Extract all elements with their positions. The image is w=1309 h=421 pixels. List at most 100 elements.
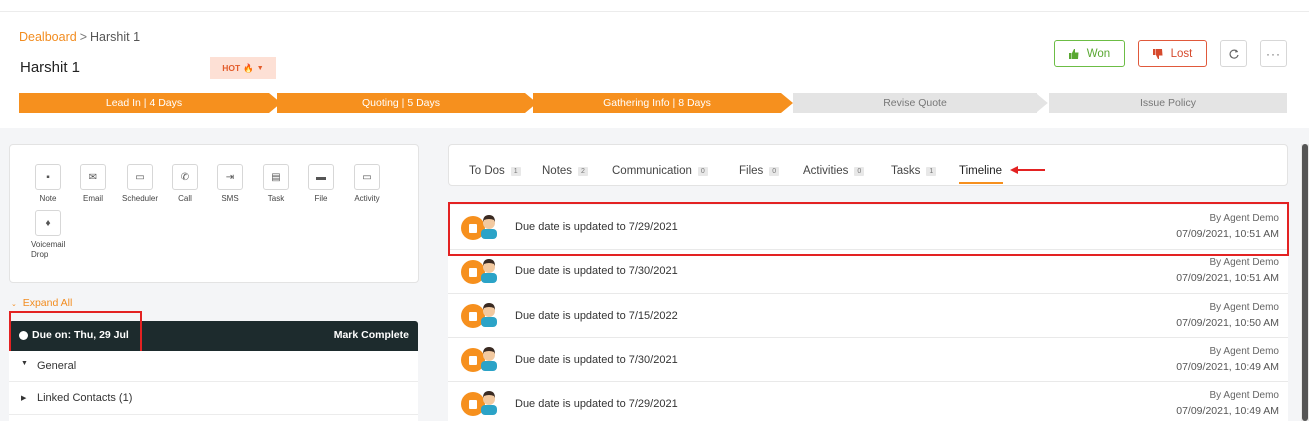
stage-issue-policy[interactable]: Issue Policy <box>1049 93 1287 113</box>
tab-files[interactable]: Files 0 <box>739 165 780 177</box>
action-sms[interactable]: ⇥ SMS <box>208 164 252 204</box>
mic-icon: ♦ <box>35 210 61 236</box>
action-label: Activity <box>354 194 380 203</box>
annotation-arrow-line <box>1015 169 1045 171</box>
ellipsis-icon: ··· <box>1266 46 1281 61</box>
action-task[interactable]: ▤ Task <box>254 164 298 204</box>
accordion-general[interactable]: ▼ General <box>9 351 418 382</box>
stage-quoting[interactable]: Quoting | 5 Days <box>277 93 525 113</box>
phone-icon: ✆ <box>172 164 198 190</box>
details-accordion: ▼ General ▶ Linked Contacts (1) <box>9 351 418 421</box>
lost-button[interactable]: Lost <box>1138 40 1207 67</box>
stage-label: Quoting | 5 Days <box>361 97 441 109</box>
action-voicemail-drop[interactable]: ♦ Voicemail Drop <box>26 210 70 260</box>
deal-title: Harshit 1 <box>20 59 81 76</box>
action-scheduler[interactable]: ▭ Scheduler <box>118 164 162 204</box>
timeline-text: Due date is updated to 7/30/2021 <box>515 265 678 277</box>
tab-count: 1 <box>926 166 937 176</box>
task-icon: ▤ <box>263 164 289 190</box>
tab-notes[interactable]: Notes 2 <box>542 165 588 177</box>
tab-label: Communication <box>612 165 692 177</box>
timeline-row: Due date is updated to 7/30/2021 By Agen… <box>448 250 1288 294</box>
timeline-text: Due date is updated to 7/29/2021 <box>515 398 678 410</box>
action-label: Email <box>82 194 103 203</box>
tab-label: Timeline <box>959 165 1003 177</box>
expand-all-toggle[interactable]: ⌄ Expand All <box>11 297 72 309</box>
timeline-row: Due date is updated to 7/29/2021 By Agen… <box>448 382 1288 421</box>
tab-label: Activities <box>803 165 849 177</box>
action-label: Call <box>178 194 192 203</box>
note-icon: ▪ <box>35 164 61 190</box>
mark-complete-button[interactable]: Mark Complete <box>334 329 409 341</box>
timeline-date: 07/09/2021, 10:50 AM <box>1176 317 1279 329</box>
timeline-date: 07/09/2021, 10:49 AM <box>1176 405 1279 417</box>
agent-avatar-icon <box>481 391 497 415</box>
accordion-linked-contacts[interactable]: ▶ Linked Contacts (1) <box>9 382 418 415</box>
more-options-button[interactable]: ··· <box>1260 40 1287 67</box>
folder-icon: ▬ <box>308 164 334 190</box>
caret-right-icon: ▶ <box>21 395 27 402</box>
breadcrumb-dealboard-link[interactable]: Dealboard <box>19 30 77 44</box>
tab-label: Files <box>739 165 764 177</box>
agent-avatar-icon <box>481 303 497 327</box>
lost-label: Lost <box>1170 47 1193 60</box>
action-label: Scheduler <box>121 194 159 203</box>
highlight-annotation-timeline <box>448 202 1289 256</box>
action-file[interactable]: ▬ File <box>299 164 343 204</box>
stage-label: Issue Policy <box>1139 97 1197 109</box>
scrollbar[interactable] <box>1301 144 1309 421</box>
pipeline-stages: Lead In | 4 Days Quoting | 5 Days Gather… <box>19 93 1287 113</box>
thumbs-down-icon <box>1152 48 1163 59</box>
action-call[interactable]: ✆ Call <box>163 164 207 204</box>
stage-lead-in[interactable]: Lead In | 4 Days <box>19 93 269 113</box>
hot-badge-dropdown[interactable]: HOT 🔥 ▼ <box>210 57 276 79</box>
action-label: SMS <box>221 194 239 203</box>
breadcrumb: Dealboard > Harshit 1 <box>19 30 140 44</box>
calendar-icon: ▭ <box>354 164 380 190</box>
calendar-icon: ▭ <box>127 164 153 190</box>
stage-gathering-info[interactable]: Gathering Info | 8 Days <box>533 93 781 113</box>
timeline-text: Due date is updated to 7/30/2021 <box>515 354 678 366</box>
tab-count: 0 <box>697 166 708 176</box>
tab-timeline[interactable]: Timeline <box>959 165 1002 177</box>
tab-bar: To Dos 1 Notes 2 Communication 0 Files 0 Act… <box>448 144 1288 186</box>
deal-header: Dealboard > Harshit 1 Harshit 1 HOT 🔥 ▼ Wo… <box>0 12 1309 128</box>
timeline-row: Due date is updated to 7/30/2021 By Agen… <box>448 338 1288 382</box>
caret-down-icon: ▼ <box>256 64 264 72</box>
won-button[interactable]: Won <box>1054 40 1125 67</box>
expand-all-label: Expand All <box>22 297 73 309</box>
stage-chevron <box>781 93 793 113</box>
action-label: File <box>314 194 328 203</box>
tab-label: Notes <box>542 165 573 177</box>
won-label: Won <box>1086 47 1111 60</box>
fire-icon: 🔥 <box>243 62 254 73</box>
action-note[interactable]: ▪ Note <box>26 164 70 204</box>
scrollbar-thumb[interactable] <box>1302 144 1308 421</box>
annotation-arrow-head <box>1010 166 1018 174</box>
timeline-row: Due date is updated to 7/15/2022 By Agen… <box>448 294 1288 338</box>
tab-count: 2 <box>578 166 588 176</box>
tab-tasks[interactable]: Tasks 1 <box>891 165 937 177</box>
email-icon: ✉ <box>80 164 106 190</box>
action-activity[interactable]: ▭ Activity <box>345 164 389 204</box>
timeline-author: By Agent Demo <box>1209 390 1279 401</box>
action-label: Voicemail Drop <box>31 240 66 259</box>
tab-to-dos[interactable]: To Dos 1 <box>469 165 521 177</box>
tab-label: To Dos <box>469 165 505 177</box>
tab-activities[interactable]: Activities 0 <box>803 165 865 177</box>
tab-count: 0 <box>769 166 780 176</box>
accordion-label: Linked Contacts (1) <box>37 392 133 404</box>
timeline-text: Due date is updated to 7/15/2022 <box>515 310 678 322</box>
stage-chevron <box>1037 93 1049 113</box>
timeline-author: By Agent Demo <box>1209 257 1279 268</box>
agent-avatar-icon <box>481 259 497 283</box>
stage-revise-quote[interactable]: Revise Quote <box>793 93 1037 113</box>
refresh-button[interactable] <box>1220 40 1247 67</box>
action-email[interactable]: ✉ Email <box>71 164 115 204</box>
stage-label: Revise Quote <box>883 97 947 109</box>
tab-communication[interactable]: Communication 0 <box>612 165 708 177</box>
stage-label: Lead In | 4 Days <box>105 97 183 109</box>
action-label: Note <box>39 194 57 203</box>
timeline-date: 07/09/2021, 10:49 AM <box>1176 361 1279 373</box>
timeline-author: By Agent Demo <box>1209 346 1279 357</box>
